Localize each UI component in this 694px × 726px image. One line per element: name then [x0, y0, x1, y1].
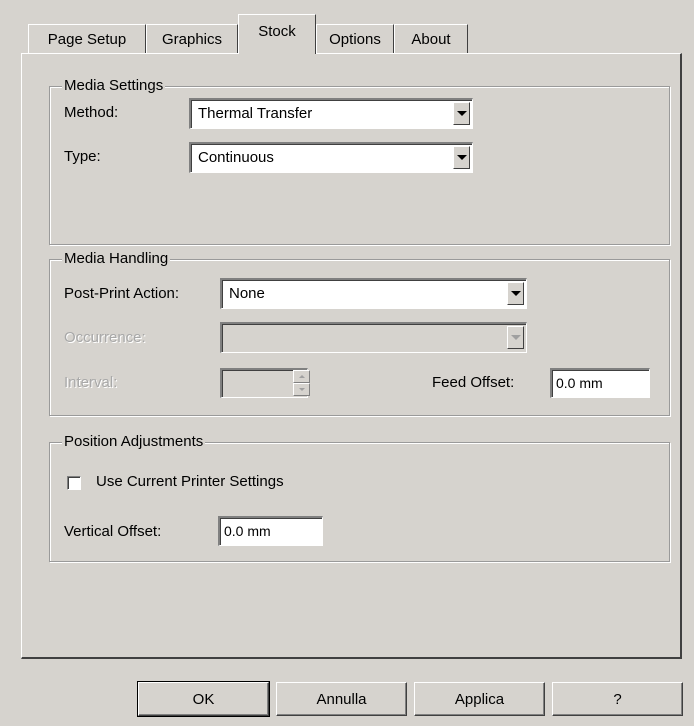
method-value: Thermal Transfer [198, 105, 313, 122]
media-settings-group: Media Settings Method: Thermal Transfer … [49, 76, 670, 245]
interval-spinner[interactable] [293, 370, 310, 396]
media-handling-legend: Media Handling [62, 249, 171, 269]
stock-tab-panel: Media Settings Method: Thermal Transfer … [21, 53, 682, 659]
use-current-printer-settings-label[interactable]: Use Current Printer Settings [96, 473, 284, 491]
tab-stock[interactable]: Stock [238, 14, 316, 54]
post-print-action-value: None [229, 285, 265, 302]
position-adjustments-group: Position Adjustments Use Current Printer… [49, 432, 670, 562]
printer-properties-dialog: Page Setup Graphics Stock Options About … [0, 0, 694, 726]
tab-graphics[interactable]: Graphics [146, 24, 238, 53]
chevron-down-icon[interactable] [453, 102, 470, 125]
chevron-down-icon[interactable] [507, 282, 524, 305]
cancel-button[interactable]: Annulla [276, 682, 407, 716]
occurrence-combo[interactable] [220, 322, 527, 353]
chevron-down-icon[interactable] [453, 146, 470, 169]
type-value: Continuous [198, 149, 274, 166]
feed-offset-field[interactable]: 0.0 mm [550, 368, 650, 398]
media-handling-group: Media Handling Post-Print Action: None O… [49, 249, 670, 416]
interval-label: Interval: [64, 374, 118, 391]
vertical-offset-field[interactable]: 0.0 mm [218, 516, 323, 546]
use-current-printer-settings-checkbox[interactable] [67, 476, 81, 490]
position-adjustments-legend: Position Adjustments [62, 432, 206, 452]
post-print-action-label: Post-Print Action: [64, 285, 180, 302]
occurrence-label: Occurrence: [64, 329, 146, 346]
vertical-offset-label: Vertical Offset: [64, 523, 162, 540]
type-label: Type: [64, 148, 101, 165]
ok-button[interactable]: OK [137, 681, 270, 717]
spin-down-icon[interactable] [293, 383, 310, 396]
apply-button[interactable]: Applica [414, 682, 545, 716]
help-button[interactable]: ? [552, 682, 683, 716]
tab-about[interactable]: About [394, 24, 468, 53]
method-combo[interactable]: Thermal Transfer [189, 98, 473, 129]
type-combo[interactable]: Continuous [189, 142, 473, 173]
tab-page-setup[interactable]: Page Setup [28, 24, 146, 53]
tab-options[interactable]: Options [316, 24, 394, 53]
chevron-down-icon[interactable] [507, 326, 524, 349]
post-print-action-combo[interactable]: None [220, 278, 527, 309]
spin-up-icon[interactable] [293, 370, 310, 383]
feed-offset-label: Feed Offset: [432, 374, 515, 391]
method-label: Method: [64, 104, 119, 121]
media-settings-legend: Media Settings [62, 76, 166, 96]
